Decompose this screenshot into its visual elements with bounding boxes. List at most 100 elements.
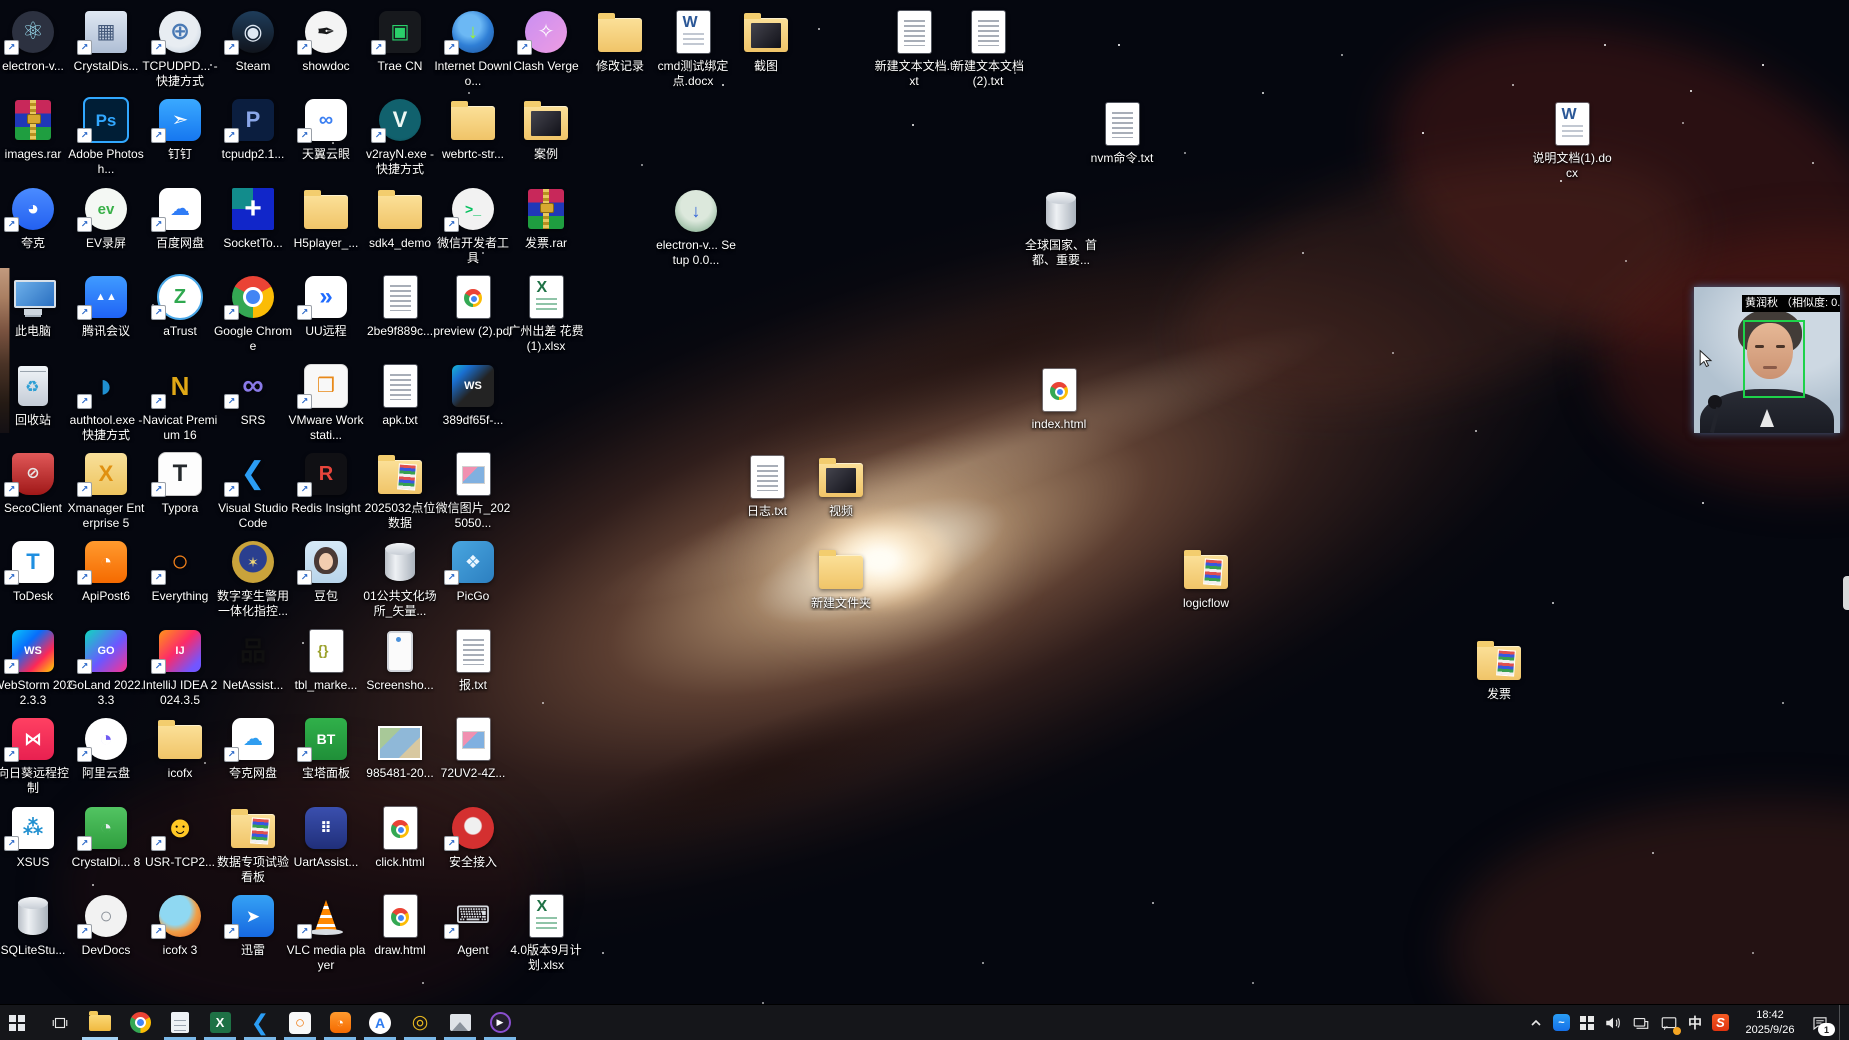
taskbar-player-button[interactable]: ▶ bbox=[480, 1005, 520, 1040]
desktop-icon-anquan[interactable]: ↗安全接入 bbox=[433, 804, 513, 870]
desktop-icon-idea[interactable]: IJ↗IntelliJ IDEA 2024.3.5 bbox=[140, 627, 220, 708]
desktop-icon-bao-txt[interactable]: 报.txt bbox=[433, 627, 513, 693]
taskbar-app-a-button[interactable]: A bbox=[360, 1005, 400, 1040]
desktop-icon-preview-pdf[interactable]: preview (2).pdf bbox=[433, 273, 513, 339]
desktop-icon-sunlogin[interactable]: ⋈↗向日葵远程控制 bbox=[0, 715, 73, 796]
desktop-icon-everything[interactable]: ○↗Everything bbox=[140, 538, 220, 604]
desktop-icon-agent[interactable]: ⌨↗Agent bbox=[433, 892, 513, 958]
desktop-icon-sdk4-demo[interactable]: sdk4_demo bbox=[360, 185, 440, 251]
desktop-icon-shuoming-docx[interactable]: 说明文档(1).docx bbox=[1532, 100, 1612, 181]
taskbar-photos-button[interactable] bbox=[440, 1005, 480, 1040]
desktop-icon-dingtalk[interactable]: ➣↗钉钉 bbox=[140, 96, 220, 162]
desktop-icon-logicflow[interactable]: logicflow bbox=[1166, 545, 1246, 611]
desktop-icon-srs[interactable]: ∞↗SRS bbox=[213, 362, 293, 428]
sogou-input-icon[interactable]: S bbox=[1712, 1005, 1729, 1040]
taskbar-notepad-button[interactable] bbox=[160, 1005, 200, 1040]
ime-indicator[interactable]: 中 bbox=[1688, 1005, 1702, 1040]
taskbar-apipost-button[interactable]: ◔ bbox=[320, 1005, 360, 1040]
desktop-icon-xmanager[interactable]: X↗Xmanager Enterprise 5 bbox=[66, 450, 146, 531]
desktop-icon-electron-v[interactable]: ⚛↗electron-v... bbox=[0, 8, 73, 74]
desktop-icon-webstorm[interactable]: WS↗WebStorm 2022.3.3 bbox=[0, 627, 73, 708]
desktop-icon-devdocs[interactable]: ○↗DevDocs bbox=[66, 892, 146, 958]
desktop-icon-icofx3[interactable]: ↗icofx 3 bbox=[140, 892, 220, 958]
desktop-icon-weixin-img[interactable]: 微信图片_2025050... bbox=[433, 450, 513, 531]
desktop-icon-jietu[interactable]: 截图 bbox=[726, 8, 806, 74]
desktop-icon-click-html[interactable]: click.html bbox=[360, 804, 440, 870]
desktop-icon-shipin-folder[interactable]: 视频 bbox=[801, 453, 881, 519]
tray-cloud-drive-icon[interactable]: ~ bbox=[1553, 1005, 1570, 1040]
desktop-icon-recycle-bin[interactable]: 回收站 bbox=[0, 362, 73, 428]
desktop-icon-fapiao-folder[interactable]: 发票 bbox=[1459, 636, 1539, 702]
desktop-icon-showdoc[interactable]: ✒↗showdoc bbox=[286, 8, 366, 74]
desktop-icon-redisinsight[interactable]: R↗Redis Insight bbox=[286, 450, 366, 516]
desktop-icon-h5player[interactable]: H5player_... bbox=[286, 185, 366, 251]
taskbar-taskview-button[interactable] bbox=[40, 1005, 80, 1040]
show-desktop-button[interactable] bbox=[1839, 1005, 1845, 1040]
desktop-icon-this-pc[interactable]: 此电脑 bbox=[0, 273, 73, 339]
desktop-icon-anli[interactable]: 案例 bbox=[506, 96, 586, 162]
desktop-icon-netassist[interactable]: 品NetAssist... bbox=[213, 627, 293, 693]
taskbar[interactable]: X❮○◔A◎▶ ~ 中 S 18:42 2025/9/26 1 bbox=[0, 1004, 1849, 1040]
desktop[interactable]: ⚛↗electron-v...▦↗CrystalDis...⊕↗TCPUDPD.… bbox=[0, 0, 1849, 1004]
desktop-icon-trae-cn[interactable]: ▣↗Trae CN bbox=[360, 8, 440, 74]
desktop-icon-nvm-txt[interactable]: nvm命令.txt bbox=[1082, 100, 1162, 166]
desktop-icon-xunlei[interactable]: ➤↗迅雷 bbox=[213, 892, 293, 958]
desktop-icon-index-html[interactable]: index.html bbox=[1019, 366, 1099, 432]
desktop-icon-shuzi-badge[interactable]: ✶数字孪生警用一体化指控... bbox=[213, 538, 293, 619]
edge-panel-handle[interactable] bbox=[1843, 576, 1849, 610]
desktop-icon-xsus[interactable]: ⁂↗XSUS bbox=[0, 804, 73, 870]
desktop-icon-tbl-marke[interactable]: tbl_marke... bbox=[286, 627, 366, 693]
system-tray[interactable]: ~ 中 S 18:42 2025/9/26 1 bbox=[1529, 1005, 1849, 1040]
desktop-icon-tcpudpd[interactable]: ⊕↗TCPUDPD... - 快捷方式 bbox=[140, 8, 220, 89]
volume-icon[interactable] bbox=[1604, 1005, 1622, 1040]
desktop-icon-atrust[interactable]: Z↗aTrust bbox=[140, 273, 220, 339]
desktop-icon-wechat-devtools[interactable]: >_↗微信开发者工具 bbox=[433, 185, 513, 266]
offscreen-window-sliver[interactable] bbox=[0, 268, 10, 433]
desktop-icon-apk-txt[interactable]: apk.txt bbox=[360, 362, 440, 428]
desktop-icon-tcpudp21[interactable]: P↗tcpudp2.1... bbox=[213, 96, 293, 162]
face-recognition-window[interactable]: 黄润秋 （相似度: 0. bbox=[1694, 287, 1840, 433]
desktop-icon-draw-html[interactable]: draw.html bbox=[360, 892, 440, 958]
desktop-icon-doubao[interactable]: ↗豆包 bbox=[286, 538, 366, 604]
desktop-icon-secoclient[interactable]: ⊘↗SecoClient bbox=[0, 450, 73, 516]
desktop-icon-rizhi-txt[interactable]: 日志.txt bbox=[727, 453, 807, 519]
taskbar-navicat-button[interactable]: ◎ bbox=[400, 1005, 440, 1040]
tray-widgets-icon[interactable] bbox=[1580, 1005, 1594, 1040]
desktop-icon-crystaldis[interactable]: ▦↗CrystalDis... bbox=[66, 8, 146, 74]
desktop-icon-sqlitestudio[interactable]: SQLiteStu... bbox=[0, 892, 73, 958]
desktop-icon-kuake[interactable]: ◕↗夸克 bbox=[0, 185, 73, 251]
desktop-icon-webrtc-str[interactable]: webrtc-str... bbox=[433, 96, 513, 162]
desktop-icon-quanqiu-db[interactable]: 全球国家、首都、重要... bbox=[1021, 187, 1101, 268]
desktop-icon-fapiao-rar[interactable]: 发票.rar bbox=[506, 185, 586, 251]
desktop-icon-navicat[interactable]: N↗Navicat Premium 16 bbox=[140, 362, 220, 443]
desktop-icon-2be9f889c[interactable]: 2be9f889c... bbox=[360, 273, 440, 339]
action-center-icon[interactable]: 1 bbox=[1811, 1005, 1829, 1040]
desktop-icon-todesk[interactable]: T↗ToDesk bbox=[0, 538, 73, 604]
desktop-icon-389df65f[interactable]: WS389df65f-... bbox=[433, 362, 513, 428]
desktop-icon-cmd-docx[interactable]: cmd测试绑定点.docx bbox=[653, 8, 733, 89]
taskbar-vscode-button[interactable]: ❮ bbox=[240, 1005, 280, 1040]
desktop-icon-usr-tcp[interactable]: ☻↗USR-TCP2... bbox=[140, 804, 220, 870]
taskbar-chrome-button[interactable] bbox=[120, 1005, 160, 1040]
tray-chevron-icon[interactable] bbox=[1529, 1005, 1543, 1040]
desktop-icon-vscode[interactable]: ❮↗Visual Studio Code bbox=[213, 450, 293, 531]
desktop-icon-crystaldi8[interactable]: ◔↗CrystalDi... 8 bbox=[66, 804, 146, 870]
desktop-icon-gonggong-db[interactable]: 01公共文化场所_矢量... bbox=[360, 538, 440, 619]
desktop-icon-sockettool[interactable]: +SocketTo... bbox=[213, 185, 293, 251]
desktop-icon-aliyundrive[interactable]: ◔↗阿里云盘 bbox=[66, 715, 146, 781]
desktop-icon-images-rar[interactable]: images.rar bbox=[0, 96, 73, 162]
desktop-icon-baota[interactable]: BT↗宝塔面板 bbox=[286, 715, 366, 781]
desktop-icon-photoshop[interactable]: Ps↗Adobe Photosh... bbox=[66, 96, 146, 177]
desktop-icon-xiugai-jilu[interactable]: 修改记录 bbox=[580, 8, 660, 74]
desktop-icon-shuju-kanban[interactable]: 数据专项试验看板 bbox=[213, 804, 293, 885]
desktop-icon-vlc[interactable]: ↗VLC media player bbox=[286, 892, 366, 973]
desktop-icon-chrome[interactable]: ↗Google Chrome bbox=[213, 273, 293, 354]
desktop-icon-v2rayn[interactable]: V↗v2rayN.exe - 快捷方式 bbox=[360, 96, 440, 177]
network-icon[interactable] bbox=[1632, 1005, 1650, 1040]
desktop-icon-clash-verge[interactable]: ✧↗Clash Verge bbox=[506, 8, 586, 74]
desktop-icon-electron-setup[interactable]: ↓electron-v... Setup 0.0... bbox=[656, 187, 736, 268]
desktop-icon-screensho[interactable]: Screensho... bbox=[360, 627, 440, 693]
desktop-icon-uartassist[interactable]: ⠿UartAssist... bbox=[286, 804, 366, 870]
desktop-icon-jihua-xlsx[interactable]: 4.0版本9月计划.xlsx bbox=[506, 892, 586, 973]
desktop-icon-picgo[interactable]: ❖↗PicGo bbox=[433, 538, 513, 604]
